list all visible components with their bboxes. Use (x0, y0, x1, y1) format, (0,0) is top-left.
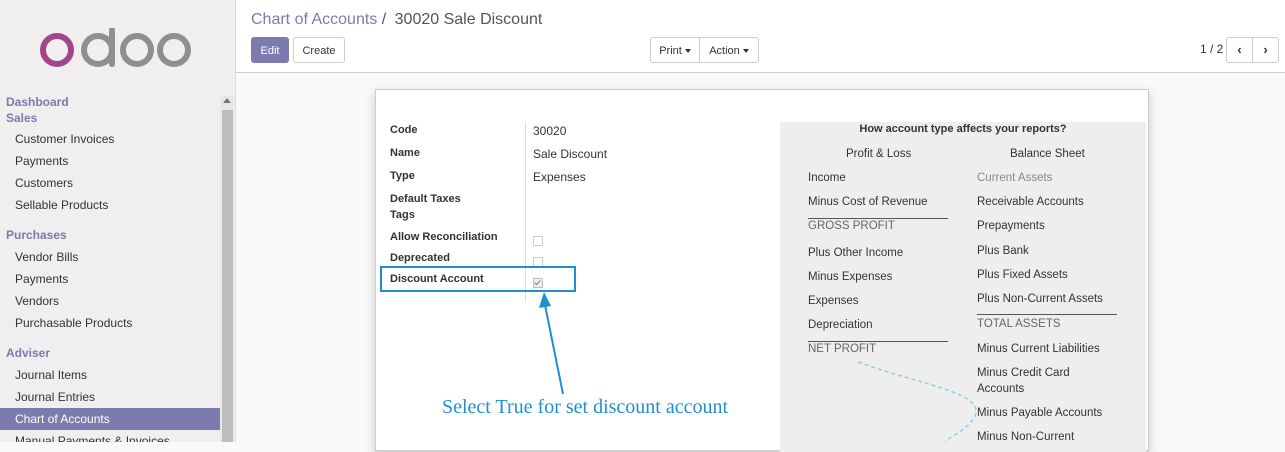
annotation-arrowhead-icon (539, 292, 551, 308)
annotation-overlay (539, 292, 977, 442)
flow-connector-line (857, 361, 977, 442)
annotation-arrow-line (544, 304, 564, 395)
annotation-text: Select True for set discount account (442, 396, 729, 418)
